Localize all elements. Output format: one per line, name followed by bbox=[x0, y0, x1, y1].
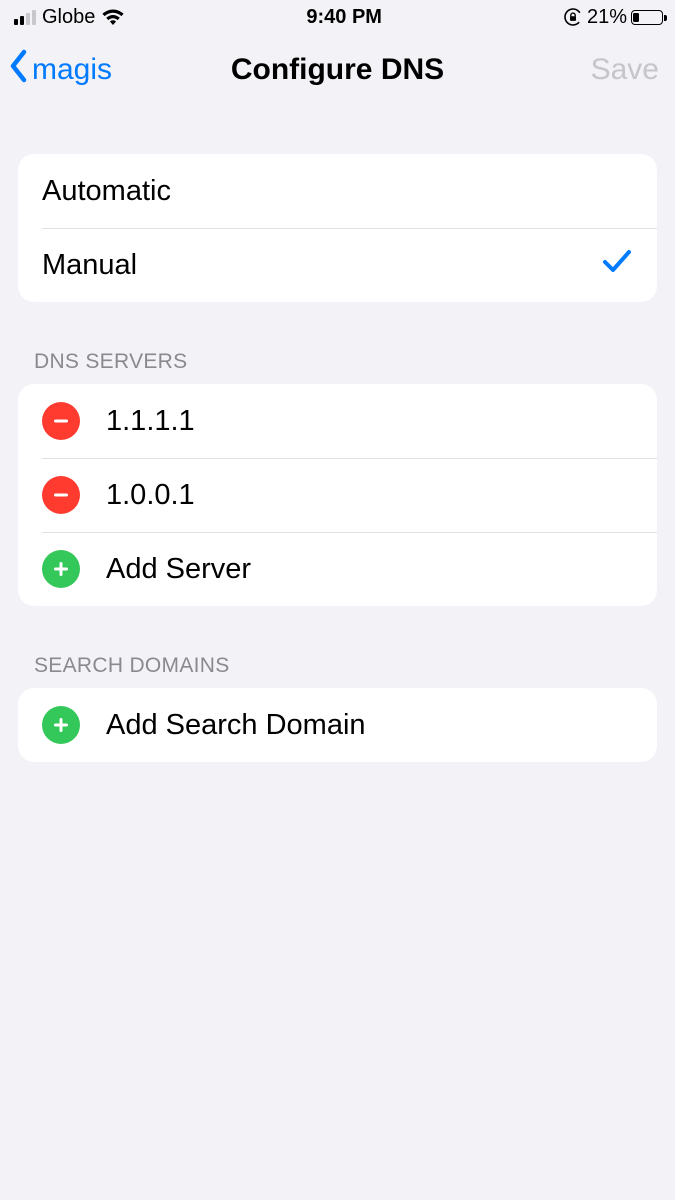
delete-icon[interactable] bbox=[42, 476, 80, 514]
add-search-domain-row[interactable]: Add Search Domain bbox=[18, 688, 657, 762]
back-button-label: magis bbox=[32, 53, 112, 87]
navigation-bar: magis Configure DNS Save bbox=[0, 34, 675, 106]
checkmark-icon bbox=[601, 246, 633, 284]
back-button[interactable]: magis bbox=[8, 48, 112, 92]
dns-mode-group: Automatic Manual bbox=[18, 154, 657, 302]
content-area: Automatic Manual DNS SERVERS 1.1.1.1 1.0… bbox=[0, 106, 675, 762]
add-server-row[interactable]: Add Server bbox=[18, 532, 657, 606]
search-domains-header: SEARCH DOMAINS bbox=[0, 654, 675, 688]
status-bar: Globe 9:40 PM 21% bbox=[0, 0, 675, 34]
status-bar-right: 21% bbox=[563, 6, 663, 29]
dns-server-row[interactable]: 1.0.0.1 bbox=[18, 458, 657, 532]
chevron-left-icon bbox=[8, 48, 30, 92]
dns-servers-header: DNS SERVERS bbox=[0, 350, 675, 384]
delete-icon[interactable] bbox=[42, 402, 80, 440]
status-bar-left: Globe bbox=[14, 6, 125, 29]
battery-fill bbox=[633, 13, 639, 22]
search-domains-group: Add Search Domain bbox=[18, 688, 657, 762]
mode-option-label: Automatic bbox=[42, 175, 633, 208]
add-icon bbox=[42, 706, 80, 744]
battery-percent-label: 21% bbox=[587, 6, 627, 29]
dns-server-row[interactable]: 1.1.1.1 bbox=[18, 384, 657, 458]
add-icon bbox=[42, 550, 80, 588]
status-bar-time: 9:40 PM bbox=[306, 6, 382, 29]
save-button[interactable]: Save bbox=[591, 53, 659, 87]
cellular-signal-icon bbox=[14, 9, 36, 25]
mode-option-label: Manual bbox=[42, 249, 601, 282]
add-search-domain-label: Add Search Domain bbox=[106, 709, 633, 742]
carrier-label: Globe bbox=[42, 6, 95, 29]
orientation-lock-icon bbox=[563, 7, 583, 27]
mode-option-manual[interactable]: Manual bbox=[18, 228, 657, 302]
dns-server-value: 1.0.0.1 bbox=[106, 479, 633, 512]
wifi-icon bbox=[101, 8, 125, 26]
battery-icon bbox=[631, 10, 663, 25]
mode-option-automatic[interactable]: Automatic bbox=[18, 154, 657, 228]
dns-server-value: 1.1.1.1 bbox=[106, 405, 633, 438]
dns-servers-group: 1.1.1.1 1.0.0.1 Add Server bbox=[18, 384, 657, 606]
add-server-label: Add Server bbox=[106, 553, 633, 586]
